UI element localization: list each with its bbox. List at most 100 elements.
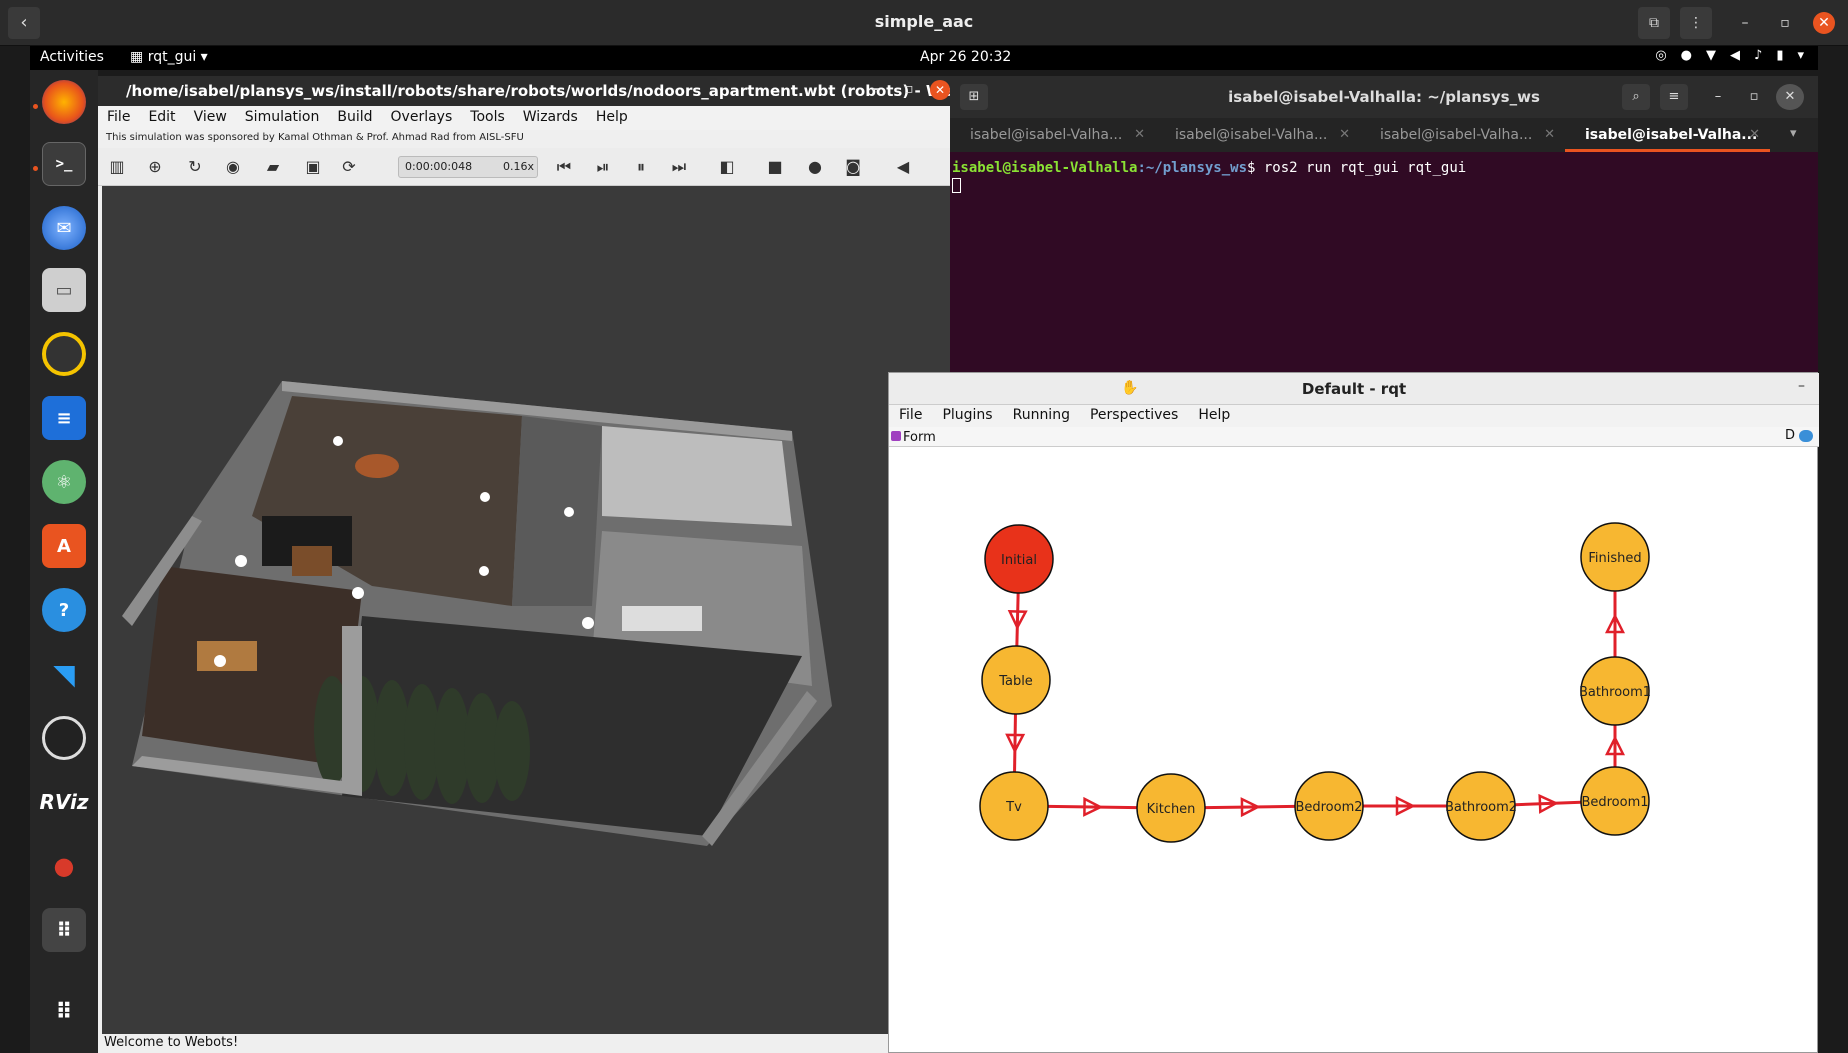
node-label: Kitchen <box>1147 802 1196 817</box>
reset-viewpoint-icon[interactable]: ↻ <box>184 156 206 178</box>
screen-icon[interactable]: ⧉ <box>1638 7 1670 39</box>
help-icon[interactable]: ? <box>42 588 86 632</box>
close-icon[interactable]: ✕ <box>1776 84 1804 110</box>
record-movie-icon[interactable]: ■ <box>764 156 786 178</box>
sync-icon[interactable]: ◎ <box>1655 48 1666 63</box>
terminal-output[interactable]: isabel@isabel-Valhalla:~/plansys_ws$ ros… <box>950 152 1818 376</box>
graph-node-table[interactable]: Table <box>981 645 1051 715</box>
search-icon[interactable]: ⌕ <box>1622 84 1650 110</box>
menu-build[interactable]: Build <box>328 106 381 130</box>
save-world-icon[interactable]: ▣ <box>302 156 324 178</box>
menu-file[interactable]: File <box>889 405 932 427</box>
close-tab-icon[interactable]: ✕ <box>1749 127 1760 142</box>
ladybug-icon[interactable]: ● <box>42 844 86 888</box>
kebab-menu-icon[interactable]: ⋮ <box>1680 7 1712 39</box>
hamburger-menu-icon[interactable]: ≡ <box>1660 84 1688 110</box>
record-icon[interactable]: ● <box>804 156 826 178</box>
thunderbird-icon[interactable]: ✉ <box>42 206 86 250</box>
files-icon[interactable]: ▭ <box>42 268 86 312</box>
close-tab-icon[interactable]: ✕ <box>1339 127 1350 142</box>
graph-node-bedroom1[interactable]: Bedroom1 <box>1580 766 1650 836</box>
eye-icon[interactable]: ◉ <box>222 156 244 178</box>
graph-edge <box>1514 800 1582 807</box>
menu-simulation[interactable]: Simulation <box>236 106 329 130</box>
microphone-icon[interactable]: ♪ <box>1754 48 1762 63</box>
state-graph: Initial Table Tv Kitchen Bedroom2 Bathroom2 Be… <box>979 522 1651 843</box>
mute-icon[interactable]: ◀ <box>892 156 914 178</box>
fast-forward-icon[interactable]: ⏭ <box>668 156 690 178</box>
firefox-icon[interactable] <box>42 80 86 124</box>
clock[interactable]: Apr 26 20:32 <box>920 49 1011 65</box>
minimize-icon[interactable]: – <box>1798 378 1805 394</box>
reset-simulation-icon[interactable]: ⏮ <box>553 156 575 178</box>
writer-icon[interactable]: ≡ <box>42 396 86 440</box>
menu-help[interactable]: Help <box>587 106 637 130</box>
graph-node-initial[interactable]: Initial <box>984 524 1054 594</box>
view-mode-icon[interactable]: ◧ <box>716 156 738 178</box>
terminal-tab[interactable]: isabel@isabel-Valha... ✕ <box>950 118 1155 152</box>
vscode-icon[interactable]: ◥ <box>42 652 86 696</box>
minimize-icon[interactable]: – <box>1704 84 1732 110</box>
reload-icon[interactable] <box>1799 430 1813 442</box>
camera-icon[interactable]: ◙ <box>842 156 864 178</box>
menu-view[interactable]: View <box>185 106 236 130</box>
terminal-icon[interactable]: >_ <box>42 142 86 186</box>
battery-icon[interactable]: ▮ <box>1776 48 1783 63</box>
open-world-icon[interactable]: ▰ <box>262 156 284 178</box>
rhythmbox-icon[interactable] <box>42 332 86 376</box>
terminal-titlebar: ⊞ isabel@isabel-Valhalla: ~/plansys_ws ⌕… <box>950 76 1818 118</box>
close-tab-icon[interactable]: ✕ <box>1544 127 1555 142</box>
activities-button[interactable]: Activities <box>40 49 104 65</box>
close-tab-icon[interactable]: ✕ <box>1134 127 1145 142</box>
obs-icon[interactable] <box>42 716 86 760</box>
menu-file[interactable]: File <box>98 106 139 130</box>
atom-icon[interactable]: ⚛ <box>42 460 86 504</box>
close-icon[interactable]: ✕ <box>930 80 950 100</box>
node-label: Tv <box>1005 800 1022 815</box>
status-bar: Welcome to Webots! <box>98 1034 950 1053</box>
menu-wizards[interactable]: Wizards <box>514 106 587 130</box>
terminal-tab[interactable]: isabel@isabel-Valha... ✕ <box>1155 118 1360 152</box>
graph-node-tv[interactable]: Tv <box>979 771 1049 841</box>
pause-icon[interactable]: ⏸ <box>630 156 652 178</box>
menu-tools[interactable]: Tools <box>461 106 514 130</box>
reload-world-icon[interactable]: ⟳ <box>338 156 360 178</box>
graph-node-bathroom1[interactable]: Bathroom1 <box>1579 656 1651 726</box>
software-icon[interactable]: A <box>42 524 86 568</box>
3d-viewport[interactable] <box>102 186 950 1034</box>
restore-icon[interactable]: ▫ <box>1774 12 1796 34</box>
show-apps-icon[interactable]: ⠿ <box>42 990 86 1034</box>
app-grid-icon[interactable]: ⠿ <box>42 908 86 952</box>
terminal-tab[interactable]: isabel@isabel-Valha... ✕ <box>1360 118 1565 152</box>
wifi-icon[interactable]: ▼ <box>1706 48 1716 63</box>
step-icon[interactable]: ⏯ <box>592 156 614 178</box>
graph-node-bedroom2[interactable]: Bedroom2 <box>1294 771 1364 841</box>
rviz-icon[interactable]: RViz <box>39 780 89 824</box>
terminal-tab-active[interactable]: isabel@isabel-Valha... ✕ <box>1565 118 1770 152</box>
menu-overlays[interactable]: Overlays <box>382 106 462 130</box>
graph-node-finished[interactable]: Finished <box>1580 522 1650 592</box>
menu-help[interactable]: Help <box>1188 405 1240 427</box>
menu-plugins[interactable]: Plugins <box>932 405 1002 427</box>
graph-node-kitchen[interactable]: Kitchen <box>1136 773 1206 843</box>
menu-perspectives[interactable]: Perspectives <box>1080 405 1188 427</box>
maximize-icon[interactable]: ▫ <box>1740 84 1768 110</box>
add-node-icon[interactable]: ⊕ <box>144 156 166 178</box>
dock-button[interactable]: D <box>1785 428 1795 443</box>
terminal-window: ⊞ isabel@isabel-Valhalla: ~/plansys_ws ⌕… <box>950 76 1818 376</box>
extension-icon[interactable]: ● <box>1681 48 1692 63</box>
volume-icon[interactable]: ◀ <box>1730 48 1740 63</box>
minimize-icon[interactable]: – <box>1734 12 1756 34</box>
system-tray[interactable]: ◎ ● ▼ ◀ ♪ ▮ ▾ <box>1655 48 1804 63</box>
menu-running[interactable]: Running <box>1003 405 1080 427</box>
graph-node-bathroom2[interactable]: Bathroom2 <box>1445 771 1517 841</box>
app-menu[interactable]: ▦ rqt_gui ▾ <box>130 49 208 65</box>
tabs-dropdown-icon[interactable]: ▾ <box>1790 126 1797 141</box>
graph-canvas[interactable]: Initial Table Tv Kitchen Bedroom2 Bathroom2 Be… <box>889 447 1817 1052</box>
scene-tree-toggle-icon[interactable]: ▥ <box>106 156 128 178</box>
menu-edit[interactable]: Edit <box>139 106 184 130</box>
minimize-icon[interactable]: – <box>872 81 879 97</box>
close-icon[interactable]: ✕ <box>1813 12 1835 34</box>
power-menu-icon[interactable]: ▾ <box>1797 48 1804 63</box>
maximize-icon[interactable]: ▫ <box>904 81 914 97</box>
